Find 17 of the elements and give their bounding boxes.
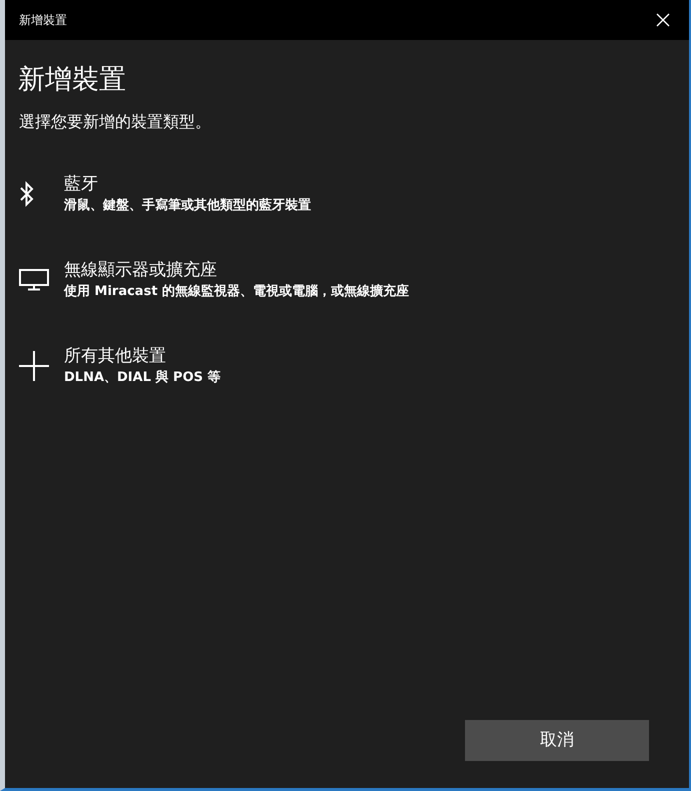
close-icon bbox=[656, 13, 670, 27]
device-type-option[interactable]: 所有其他裝置 DLNA、DIAL 與 POS 等 bbox=[18, 344, 221, 388]
option-title: 所有其他裝置 bbox=[64, 345, 167, 368]
option-title: 無線顯示器或擴充座 bbox=[64, 259, 218, 282]
device-type-option[interactable]: 無線顯示器或擴充座 使用 Miracast 的無線監視器、電視或電腦，或無線擴充座 bbox=[18, 258, 410, 302]
monitor-icon bbox=[19, 269, 49, 291]
page-heading: 新增裝置 bbox=[18, 63, 127, 97]
option-description: 滑鼠、鍵盤、手寫筆或其他類型的藍牙裝置 bbox=[64, 196, 311, 215]
option-title: 藍牙 bbox=[64, 173, 99, 196]
bluetooth-icon bbox=[19, 181, 35, 207]
plus-icon bbox=[19, 351, 49, 381]
option-description: 使用 Miracast 的無線監視器、電視或電腦，或無線擴充座 bbox=[64, 282, 410, 301]
device-type-option[interactable]: 藍牙 滑鼠、鍵盤、手寫筆或其他類型的藍牙裝置 bbox=[18, 172, 311, 216]
prompt-text: 選擇您要新增的裝置類型。 bbox=[19, 111, 212, 133]
option-description: DLNA、DIAL 與 POS 等 bbox=[64, 369, 221, 387]
window-title: 新增裝置 bbox=[19, 12, 67, 29]
cancel-button[interactable]: 取消 bbox=[465, 720, 649, 761]
